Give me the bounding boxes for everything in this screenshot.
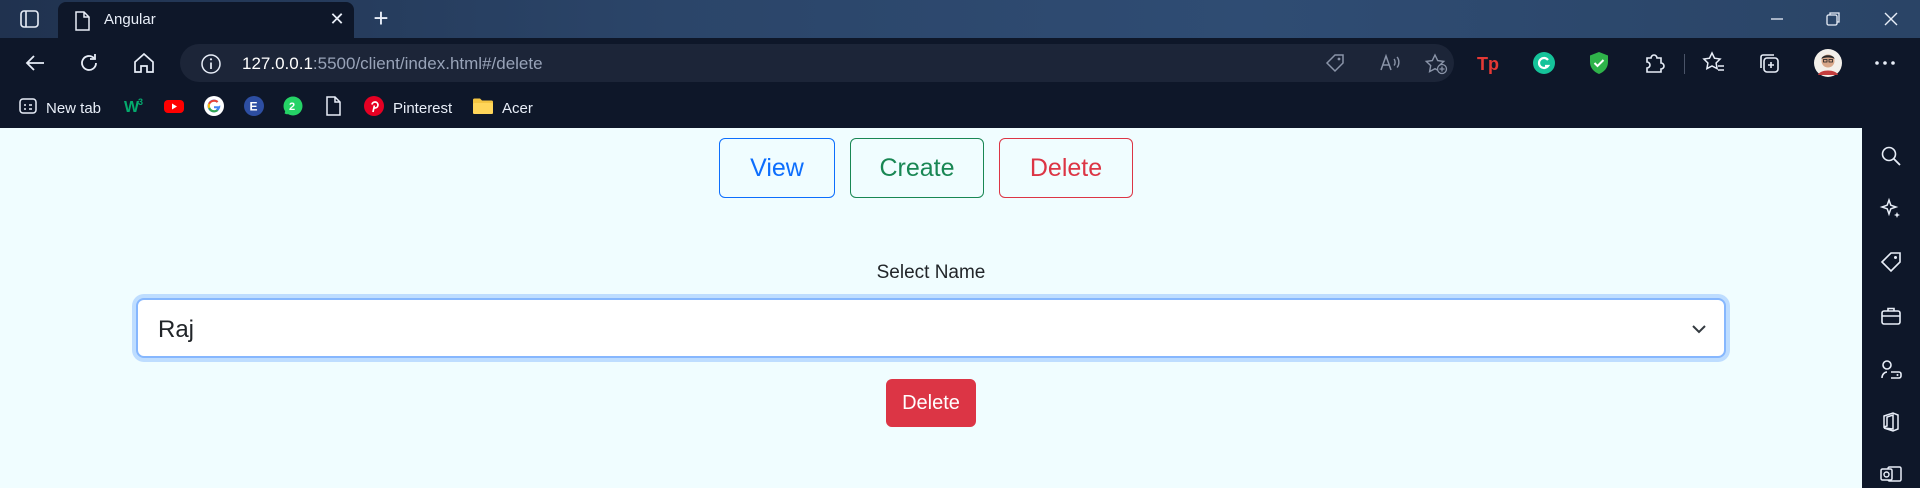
- bookmark-page[interactable]: [324, 96, 342, 120]
- view-button[interactable]: View: [719, 138, 835, 198]
- bookmark-new-tab[interactable]: New tab: [18, 97, 101, 119]
- close-window-icon[interactable]: [1876, 6, 1906, 32]
- selected-name: Raj: [158, 316, 195, 343]
- bookmark-whatsapp[interactable]: 2: [282, 95, 304, 121]
- active-tab[interactable]: Angular ✕: [58, 2, 354, 38]
- bookmark-label: Acer: [502, 99, 533, 117]
- page-content: View Create Delete Select Name Raj Delet…: [0, 128, 1862, 488]
- svg-text:E: E: [250, 100, 258, 114]
- grammarly-icon[interactable]: [1531, 50, 1557, 76]
- pinterest-icon: [363, 95, 385, 121]
- new-tab-icon: [18, 96, 38, 120]
- bookmark-youtube[interactable]: [163, 97, 185, 119]
- delete-nav-button[interactable]: Delete: [999, 138, 1133, 198]
- delete-submit-button[interactable]: Delete: [886, 379, 976, 427]
- bookmarks-bar: New tab W3 E 2 Pinterest Acer: [0, 88, 1920, 128]
- e-icon: E: [243, 95, 265, 121]
- svg-text:3: 3: [138, 97, 143, 107]
- bookmark-pinterest[interactable]: Pinterest: [363, 95, 453, 121]
- games-icon[interactable]: [1879, 357, 1903, 381]
- add-favorite-icon[interactable]: [1424, 53, 1448, 75]
- minimize-icon[interactable]: [1762, 6, 1792, 32]
- name-select[interactable]: Raj: [136, 298, 1726, 358]
- copilot-sparkle-icon[interactable]: [1879, 197, 1903, 221]
- tag-icon[interactable]: [1324, 53, 1346, 73]
- create-button[interactable]: Create: [850, 138, 984, 198]
- bookmark-label: Pinterest: [393, 99, 453, 117]
- favorites-icon[interactable]: [1701, 50, 1727, 76]
- navigation-bar: 127.0.0.1:5500/client/index.html#/delete…: [0, 38, 1920, 88]
- office-icon[interactable]: [1879, 410, 1903, 434]
- chevron-down-icon: [1690, 320, 1708, 343]
- page-icon: [74, 11, 90, 36]
- bookmark-e[interactable]: E: [243, 95, 265, 121]
- more-options-icon[interactable]: [1872, 50, 1898, 76]
- page-icon: [324, 96, 342, 120]
- close-tab-icon[interactable]: ✕: [326, 8, 348, 30]
- outlook-icon[interactable]: [1879, 462, 1903, 486]
- home-icon[interactable]: [131, 50, 157, 76]
- bookmark-google[interactable]: [203, 95, 225, 121]
- tab-title: Angular: [104, 11, 156, 28]
- w3schools-icon: W3: [124, 96, 146, 120]
- whatsapp-icon: 2: [282, 95, 304, 121]
- url-text: 127.0.0.1:5500/client/index.html#/delete: [242, 54, 543, 74]
- collections-icon[interactable]: [1756, 50, 1782, 76]
- edge-sidebar: [1862, 128, 1920, 488]
- folder-icon: [472, 96, 494, 120]
- url-host: 127.0.0.1: [242, 54, 313, 73]
- bookmark-folder-acer[interactable]: Acer: [472, 97, 533, 119]
- svg-text:2: 2: [289, 101, 295, 113]
- refresh-icon[interactable]: [76, 50, 102, 76]
- new-tab-button[interactable]: +: [368, 5, 394, 32]
- back-icon[interactable]: [22, 50, 48, 76]
- title-bar: Angular ✕ +: [0, 0, 1920, 38]
- url-path: :5500/client/index.html#/delete: [312, 54, 543, 73]
- shopping-tag-icon[interactable]: [1879, 250, 1903, 274]
- youtube-icon: [163, 96, 185, 120]
- tab-actions-icon[interactable]: [14, 7, 44, 31]
- extension-tp-icon[interactable]: Tp: [1476, 50, 1502, 76]
- bookmark-label: New tab: [46, 99, 102, 117]
- bookmark-w3schools[interactable]: W3: [124, 97, 146, 119]
- read-aloud-icon[interactable]: [1379, 53, 1401, 73]
- shield-icon[interactable]: [1586, 50, 1612, 76]
- restore-icon[interactable]: [1818, 6, 1848, 32]
- tools-briefcase-icon[interactable]: [1879, 304, 1903, 328]
- select-name-label: Select Name: [876, 262, 986, 283]
- search-icon[interactable]: [1879, 144, 1903, 168]
- extensions-icon[interactable]: [1641, 50, 1667, 76]
- google-icon: [203, 95, 225, 121]
- address-bar[interactable]: 127.0.0.1:5500/client/index.html#/delete: [180, 44, 1454, 82]
- svg-text:Tp: Tp: [1477, 54, 1499, 74]
- site-info-icon[interactable]: [200, 53, 222, 80]
- toolbar-divider: [1684, 54, 1685, 74]
- profile-avatar[interactable]: [1813, 48, 1843, 78]
